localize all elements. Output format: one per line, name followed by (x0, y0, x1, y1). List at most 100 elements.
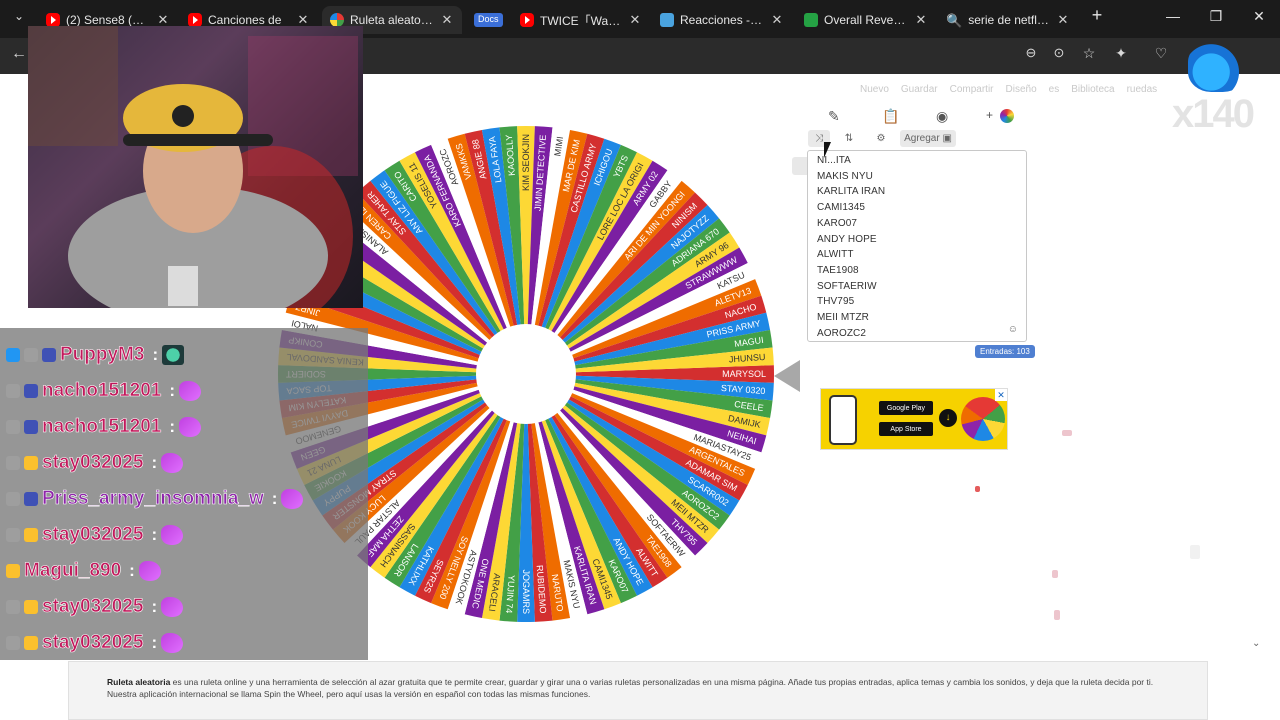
emoji-icon[interactable]: ☺ (1008, 324, 1018, 335)
chat-emote-icon (161, 633, 184, 653)
close-window-button[interactable]: ✕ (1246, 8, 1272, 25)
add-icon[interactable]: + (986, 108, 993, 122)
chat-separator: : (151, 597, 158, 616)
pencil-icon[interactable]: ✎ (828, 108, 840, 125)
entry-line[interactable]: TAE1908 (817, 265, 859, 276)
chat-separator: : (151, 453, 158, 472)
chat-username[interactable]: stay032025 (42, 524, 144, 546)
entries-actions: ⤨ ⇅ ⚙ Agregar ▣ (808, 130, 1028, 148)
tab-close-icon[interactable]: ✕ (1056, 12, 1070, 28)
chat-separator: : (129, 561, 135, 580)
browser-tab[interactable]: TWICE「Wake Me ✕ (512, 6, 650, 34)
entry-line[interactable]: MAKIS NYU (817, 171, 873, 182)
tab-close-icon[interactable]: ✕ (770, 12, 784, 28)
tab-close-icon[interactable]: ✕ (628, 12, 642, 28)
chat-emote-icon (162, 345, 185, 365)
chat-message: stay032025: (6, 592, 184, 622)
entry-line[interactable]: KARLITA IRAN (817, 186, 885, 197)
chat-message: nacho151201: (6, 376, 202, 406)
clipboard-icon[interactable]: 📋 (882, 108, 899, 125)
chat-username[interactable]: PuppyM3 (60, 344, 145, 366)
new-tab-button[interactable]: + (1084, 5, 1110, 26)
page-toolbar-item[interactable]: Guardar (901, 84, 938, 95)
stream-chat-overlay: PuppyM3: nacho151201: nacho151201: stay0320… (0, 328, 368, 660)
entry-line[interactable]: MEII MTZR (817, 312, 869, 323)
entry-line[interactable]: ANDY HOPE (817, 234, 877, 245)
page-toolbar: Nuevo Guardar Compartir Diseño es Biblioteca r… (860, 84, 1157, 95)
chat-username[interactable]: stay032025 (42, 452, 144, 474)
sort-button[interactable]: ⇅ (838, 130, 860, 147)
entry-line[interactable]: KARO07 (817, 218, 857, 229)
entry-line[interactable]: NI...ITA (817, 155, 851, 166)
reader-icon[interactable]: ⊙ (1048, 45, 1070, 61)
chat-badge-icon (24, 600, 38, 614)
entry-line[interactable]: AOROZC2 (817, 328, 866, 339)
chat-username[interactable]: stay032025 (42, 596, 144, 618)
page-toolbar-item[interactable]: Compartir (950, 84, 994, 95)
page-toolbar-item[interactable]: ruedas (1127, 84, 1158, 95)
webcam-overlay (28, 26, 363, 308)
browser-essentials-icon[interactable]: ♡ (1150, 45, 1172, 62)
chat-separator: : (169, 417, 176, 436)
entry-line[interactable]: ALWITT (817, 249, 854, 260)
chat-badge-icon (24, 384, 38, 398)
chat-emote-icon (161, 453, 184, 473)
wheel-center[interactable] (476, 324, 576, 424)
color-icon[interactable] (1000, 109, 1014, 123)
chat-badge-icon (6, 384, 20, 398)
minimize-button[interactable]: — (1160, 8, 1186, 24)
zoom-icon[interactable]: ⊖ (1020, 45, 1042, 61)
maximize-button[interactable]: ❐ (1203, 8, 1229, 25)
extensions-icon[interactable]: ✦ (1110, 45, 1132, 62)
settings-button[interactable]: ⚙ (870, 130, 892, 147)
chat-badge-icon (24, 456, 38, 470)
ad-close-icon[interactable]: ✕ (995, 389, 1007, 401)
page-toolbar-item[interactable]: Nuevo (860, 84, 889, 95)
phone-icon (829, 395, 857, 445)
tab-close-icon[interactable]: ✕ (914, 12, 928, 28)
mouse-cursor-icon (824, 142, 831, 158)
tab-close-icon[interactable]: ✕ (440, 12, 454, 28)
chat-badge-icon (24, 636, 38, 650)
entries-tools: ✎ 📋 ◉ + (808, 104, 1028, 128)
chat-username[interactable]: Magui_890 (24, 560, 122, 582)
browser-tab[interactable]: Docs (466, 6, 510, 34)
chat-emote-icon (281, 489, 304, 509)
chat-badge-icon (24, 528, 38, 542)
chat-username[interactable]: Priss_army_insomnia_w (42, 488, 264, 510)
streamer-figure (28, 26, 358, 308)
browser-tab[interactable]: 🔍 serie de netflix de ✕ (938, 6, 1078, 34)
entries-textarea[interactable]: ☺ NI...ITA MAKIS NYU KARLITA IRAN CAMI1345 K… (807, 150, 1027, 342)
chat-username[interactable]: stay032025 (42, 632, 144, 654)
tab-list-chevron-icon[interactable]: ⌄ (8, 9, 30, 23)
sort-icon: ⇅ (844, 133, 854, 144)
browser-tab[interactable]: Overall Revenue ✕ (796, 6, 936, 34)
scroll-down-icon[interactable]: ⌄ (1252, 638, 1260, 649)
chat-username[interactable]: nacho151201 (42, 416, 162, 438)
google-play-button[interactable]: Google Play (879, 401, 933, 415)
app-ad-banner[interactable]: Google Play App Store ↓ ✕ (820, 388, 1008, 450)
back-button[interactable]: ← (8, 45, 30, 63)
favorite-star-icon[interactable]: ☆ (1078, 45, 1100, 62)
wheel-icon (330, 13, 344, 27)
app-store-button[interactable]: App Store (879, 422, 933, 436)
tab-title: Canciones de (208, 13, 282, 27)
download-icon: ↓ (939, 409, 957, 427)
add-image-button[interactable]: Agregar ▣ (900, 130, 956, 147)
shuffle-icon: ⤨ (815, 133, 823, 144)
entry-line[interactable]: CAMI1345 (817, 202, 865, 213)
hide-icon[interactable]: ◉ (936, 108, 948, 125)
browser-tab[interactable]: Reacciones - Doc ✕ (652, 6, 792, 34)
chat-badge-icon (42, 348, 56, 362)
chat-username[interactable]: nacho151201 (42, 380, 162, 402)
page-toolbar-item[interactable]: es (1049, 84, 1060, 95)
docs-icon: Docs (474, 13, 503, 27)
page-toolbar-item[interactable]: Biblioteca (1071, 84, 1114, 95)
chat-emote-icon (179, 417, 202, 437)
entry-line[interactable]: SOFTAERIW (817, 281, 877, 292)
chat-badge-icon (6, 456, 20, 470)
page-toolbar-item[interactable]: Diseño (1006, 84, 1037, 95)
youtube-icon (188, 13, 202, 27)
chat-badge-icon (6, 492, 20, 506)
entry-line[interactable]: THV795 (817, 296, 854, 307)
